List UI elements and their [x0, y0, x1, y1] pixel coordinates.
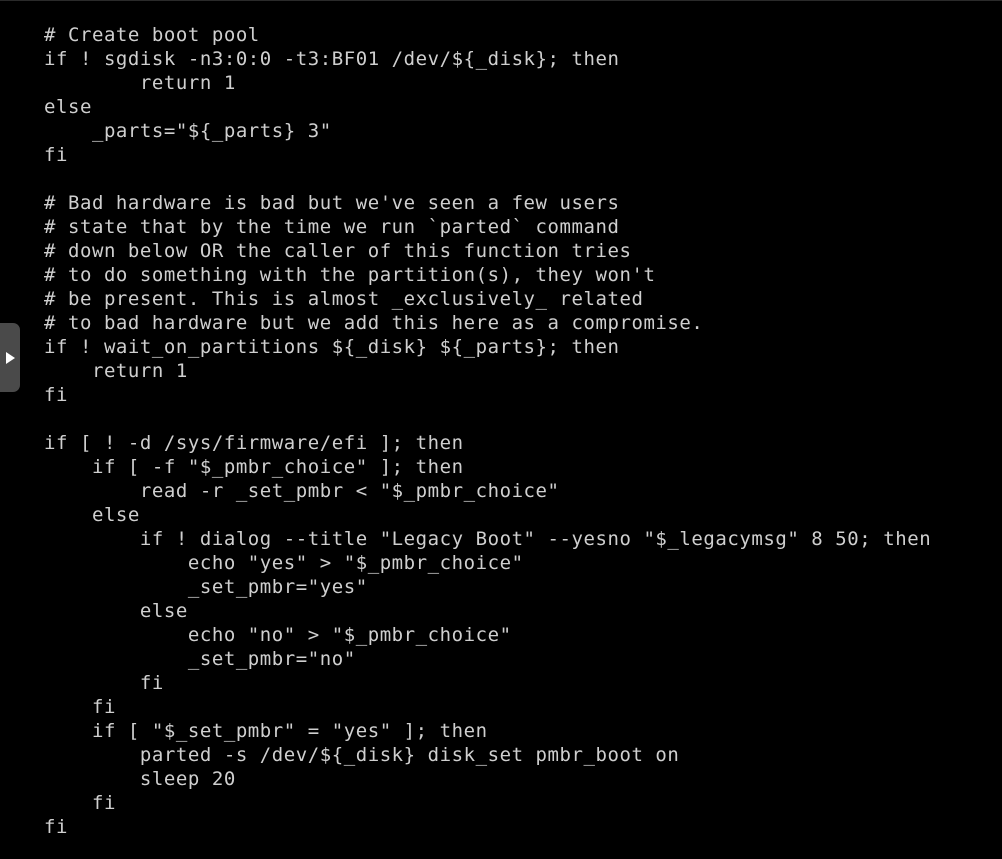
- code-line: fi: [44, 672, 164, 694]
- code-line: # state that by the time we run `parted`…: [44, 216, 620, 238]
- code-line: if ! sgdisk -n3:0:0 -t3:BF01 /dev/${_dis…: [44, 48, 620, 70]
- code-line: if ! wait_on_partitions ${_disk} ${_part…: [44, 336, 620, 358]
- code-line: read -r _set_pmbr < "$_pmbr_choice": [44, 480, 560, 502]
- code-line: fi: [44, 816, 68, 838]
- code-block: # Create boot pool if ! sgdisk -n3:0:0 -t…: [0, 1, 1002, 839]
- code-line: fi: [44, 696, 116, 718]
- code-line: parted -s /dev/${_disk} disk_set pmbr_bo…: [44, 744, 680, 766]
- code-line: # be present. This is almost _exclusivel…: [44, 288, 644, 310]
- code-line: # to bad hardware but we add this here a…: [44, 312, 704, 334]
- code-line: fi: [44, 792, 116, 814]
- code-line: echo "yes" > "$_pmbr_choice": [44, 552, 524, 574]
- code-line: echo "no" > "$_pmbr_choice": [44, 624, 512, 646]
- code-line: # Bad hardware is bad but we've seen a f…: [44, 192, 620, 214]
- code-line: _parts="${_parts} 3": [44, 120, 332, 142]
- terminal-screen: # Create boot pool if ! sgdisk -n3:0:0 -t…: [0, 0, 1002, 859]
- code-line: _set_pmbr="no": [44, 648, 356, 670]
- code-line: else: [44, 504, 140, 526]
- code-line: return 1: [44, 72, 236, 94]
- code-line: else: [44, 96, 92, 118]
- code-line: return 1: [44, 360, 188, 382]
- code-line: else: [44, 600, 188, 622]
- code-line: # down below OR the caller of this funct…: [44, 240, 632, 262]
- code-line: # Create boot pool: [44, 24, 260, 46]
- code-line: if [ "$_set_pmbr" = "yes" ]; then: [44, 720, 488, 742]
- code-line: if ! dialog --title "Legacy Boot" --yesn…: [44, 528, 932, 550]
- code-line: fi: [44, 384, 68, 406]
- code-line: if [ ! -d /sys/firmware/efi ]; then: [44, 432, 464, 454]
- code-line: sleep 20: [44, 768, 236, 790]
- code-line: if [ -f "$_pmbr_choice" ]; then: [44, 456, 464, 478]
- code-line: fi: [44, 144, 68, 166]
- code-line: _set_pmbr="yes": [44, 576, 368, 598]
- code-line: # to do something with the partition(s),…: [44, 264, 656, 286]
